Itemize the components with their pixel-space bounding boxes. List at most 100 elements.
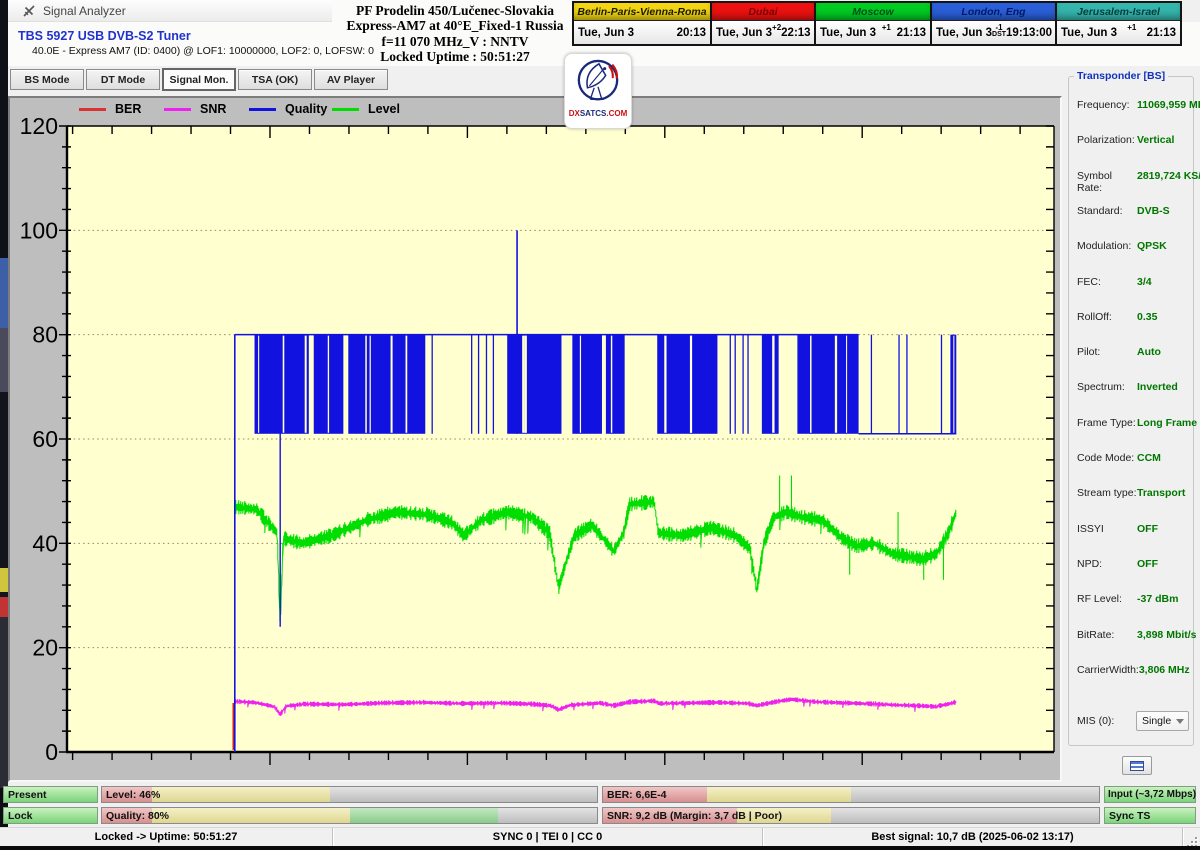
- stripe-list-icon: [1130, 761, 1144, 771]
- station-uptime-line: Locked Uptime : 50:51:27: [330, 49, 580, 64]
- field-label: Modulation:: [1077, 240, 1137, 254]
- field-label: Stream type:: [1077, 487, 1137, 501]
- transponder-field-standard-: Standard:DVB-S: [1077, 205, 1189, 219]
- sync-ts-indicator: Sync TS: [1104, 807, 1196, 824]
- clock-time-row: Tue, Jun 3+222:13: [712, 21, 814, 44]
- legend-label: SNR: [200, 102, 226, 116]
- field-label: Frequency:: [1077, 99, 1137, 113]
- svg-text:40: 40: [32, 530, 58, 556]
- tuner-title: TBS 5927 USB DVB-S2 Tuner: [18, 29, 191, 43]
- field-value: CCM: [1137, 452, 1161, 466]
- legend-label: Level: [368, 102, 400, 116]
- clock-time: 20:13: [677, 27, 706, 39]
- mis-label: MIS (0):: [1077, 715, 1137, 729]
- svg-text:0: 0: [45, 739, 58, 765]
- mis-selected-value: Single: [1142, 715, 1171, 727]
- transponder-field-frame-type-: Frame Type:Long Frame: [1077, 417, 1189, 431]
- field-label: Spectrum:: [1077, 381, 1137, 395]
- level-progressbar: Level: 46%: [101, 786, 598, 803]
- field-value: 11069,959 MHz: [1137, 99, 1200, 113]
- bar-segment: [350, 808, 499, 823]
- transponder-field-frequency-: Frequency:11069,959 MHz: [1077, 99, 1189, 113]
- status-section-2: Best signal: 10,7 dB (2025-06-02 13:17): [763, 828, 1183, 846]
- transponder-field-code-mode-: Code Mode:CCM: [1077, 452, 1189, 466]
- station-info: PF Prodelin 450/Lučenec-Slovakia Express…: [330, 3, 580, 65]
- legend-label: Quality: [285, 102, 327, 116]
- clock-time-row: Tue, Jun 3-1DST19:13:00: [932, 21, 1055, 44]
- field-label: Standard:: [1077, 205, 1137, 219]
- transponder-field-symbol-rate-: Symbol Rate:2819,724 KS/s: [1077, 170, 1189, 184]
- clock-utc-offset: -1DST: [992, 21, 1006, 38]
- field-value: OFF: [1137, 558, 1158, 572]
- field-value: QPSK: [1137, 240, 1167, 254]
- station-satellite-line: Express-AM7 at 40°E_Fixed-1 Russia: [330, 18, 580, 33]
- clock-utc-offset: +1: [1117, 21, 1147, 31]
- dxsatcs-logo: DXSATCS.COM: [564, 53, 632, 129]
- bar-segment: [152, 787, 330, 802]
- station-antenna-line: PF Prodelin 450/Lučenec-Slovakia: [330, 3, 580, 18]
- clock-time: 21:13: [1147, 27, 1176, 39]
- transponder-field-rolloff-: RollOff:0.35: [1077, 311, 1189, 325]
- bar-segment: [707, 787, 851, 802]
- field-value: 0.35: [1137, 311, 1157, 325]
- field-value: 3,898 Mbit/s: [1137, 629, 1197, 643]
- legend-item-snr: SNR: [164, 102, 226, 116]
- transponder-field-fec-: FEC:3/4: [1077, 276, 1189, 290]
- clock-time-row: Tue, Jun 3+121:13: [1057, 21, 1180, 44]
- transponder-field-stream-type-: Stream type:Transport: [1077, 487, 1189, 501]
- ber-label: BER: 6,6E-4: [607, 789, 667, 801]
- tab-signal-mon-[interactable]: Signal Mon.: [162, 68, 236, 91]
- satellite-dish-icon: [575, 57, 621, 109]
- input-indicator: Input (~3,72 Mbps): [1104, 786, 1196, 803]
- mode-tabs: BS ModeDT ModeSignal Mon.TSA (OK)AV Play…: [8, 66, 1066, 96]
- field-label: Pilot:: [1077, 346, 1137, 360]
- clock-date: Tue, Jun 3: [1061, 27, 1117, 39]
- clock-moscow: MoscowTue, Jun 3+121:13: [814, 1, 932, 46]
- field-label: CarrierWidth:: [1077, 664, 1139, 678]
- stream-capture-button[interactable]: [1122, 756, 1152, 775]
- field-value: Auto: [1137, 346, 1161, 360]
- ber-progressbar: BER: 6,6E-4: [602, 786, 1100, 803]
- status-section-0: Locked -> Uptime: 50:51:27: [0, 828, 333, 846]
- snr-progressbar: SNR: 9,2 dB (Margin: 3,7 dB | Poor): [602, 807, 1100, 824]
- clock-time-row: Tue, Jun 3+121:13: [816, 21, 930, 44]
- clock-city-label: Berlin-Paris-Vienna-Roma: [574, 3, 710, 21]
- window-title: Signal Analyzer: [43, 4, 126, 18]
- tab-tsa-ok-[interactable]: TSA (OK): [238, 69, 312, 90]
- input-label: Input (~3,72 Mbps): [1108, 789, 1196, 800]
- clock-utc-offset: +2: [772, 21, 781, 31]
- transponder-field-bitrate-: BitRate:3,898 Mbit/s: [1077, 629, 1189, 643]
- field-value: Transport: [1137, 487, 1185, 501]
- transponder-field-carrierwidth-: CarrierWidth:3,806 MHz: [1077, 664, 1189, 678]
- legend-swatch-quality: [249, 108, 276, 111]
- clock-london-eng: London, EngTue, Jun 3-1DST19:13:00: [930, 1, 1057, 46]
- clock-dubai: DubaiTue, Jun 3+222:13: [710, 1, 816, 46]
- window-titlebar: Signal Analyzer: [8, 0, 332, 22]
- lock-indicator: Lock: [3, 807, 98, 824]
- field-value: 2819,724 KS/s: [1137, 170, 1200, 184]
- transponder-field-pilot-: Pilot:Auto: [1077, 346, 1189, 360]
- mis-dropdown[interactable]: Single: [1136, 711, 1189, 731]
- tuner-subtitle: 40.0E - Express AM7 (ID: 0400) @ LOF1: 1…: [32, 45, 374, 57]
- field-value: DVB-S: [1137, 205, 1170, 219]
- tab-av-player[interactable]: AV Player: [314, 69, 388, 90]
- legend-item-quality: Quality: [249, 102, 327, 116]
- field-label: RollOff:: [1077, 311, 1137, 325]
- tab-dt-mode[interactable]: DT Mode: [86, 69, 160, 90]
- clock-time: 19:13:00: [1006, 27, 1052, 39]
- legend-swatch-ber: [79, 108, 106, 111]
- tab-bs-mode[interactable]: BS Mode: [10, 69, 84, 90]
- lock-label: Lock: [8, 810, 33, 822]
- field-label: BitRate:: [1077, 629, 1137, 643]
- field-value: Long Frame: [1137, 417, 1197, 431]
- clock-city-label: Jerusalem-Israel: [1057, 3, 1180, 21]
- timezone-clocks: Berlin-Paris-Vienna-RomaTue, Jun 320:13D…: [572, 1, 1182, 46]
- station-frequency-line: f=11 070 MHz_V : NNTV: [330, 34, 580, 49]
- status-bar: Locked -> Uptime: 50:51:27SYNC 0 | TEI 0…: [0, 827, 1200, 846]
- app-icon: [22, 4, 36, 18]
- legend-swatch-snr: [164, 108, 191, 111]
- bar-segment: [152, 808, 350, 823]
- legend-swatch-level: [332, 108, 359, 111]
- clock-berlin-paris-vienna-roma: Berlin-Paris-Vienna-RomaTue, Jun 320:13: [572, 1, 712, 46]
- window-bottom-edge: [0, 846, 1200, 850]
